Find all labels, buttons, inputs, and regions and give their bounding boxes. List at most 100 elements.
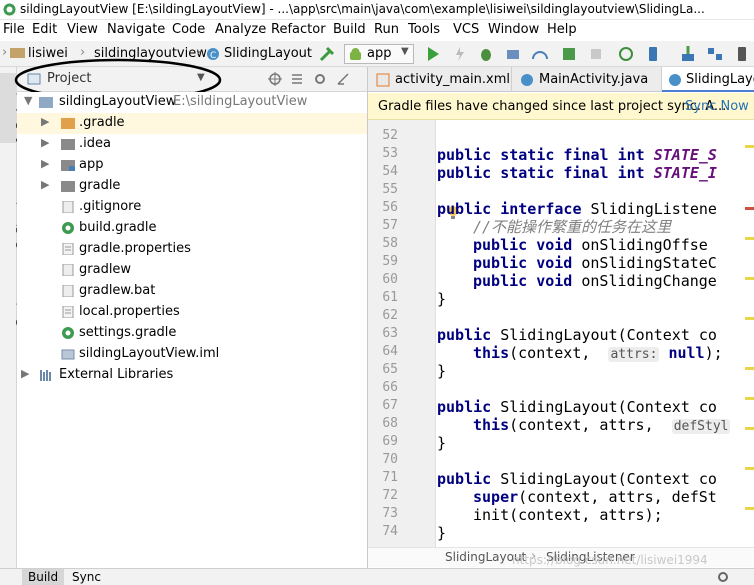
collapse-all-icon[interactable]	[290, 72, 304, 86]
menu-edit[interactable]: Edit	[32, 22, 57, 37]
tree-root[interactable]: ▼ sildingLayoutView E:\sildingLayoutView	[17, 92, 367, 113]
title-bar: sildingLayoutView [E:\sildingLayoutView]…	[0, 0, 754, 20]
line-number: 53	[382, 146, 398, 161]
chevron-right-icon: ▶	[41, 136, 50, 149]
tree-item-gitignore[interactable]: .gitignore	[17, 197, 367, 218]
line-number: 64	[382, 344, 398, 359]
menu-navigate[interactable]: Navigate	[107, 22, 165, 37]
device-explorer-icon[interactable]	[733, 45, 751, 63]
line-number: 69	[382, 434, 398, 449]
code-line-58: public void onSlidingOffse	[473, 236, 708, 254]
line-number: 61	[382, 290, 398, 305]
project-structure-icon[interactable]	[706, 45, 724, 63]
line-number: 55	[382, 182, 398, 197]
left-tool-strip: 1: Project 2: Structure Captures	[0, 67, 27, 568]
libraries-icon	[40, 370, 51, 381]
menu-analyze[interactable]: Analyze	[215, 22, 266, 37]
change-marker	[745, 145, 754, 148]
banner-text: Gradle files have changed since last pro…	[378, 99, 727, 114]
attach-debugger-icon[interactable]	[504, 45, 522, 63]
sync-gradle-icon[interactable]	[617, 45, 635, 63]
sync-now-link[interactable]: Sync Now	[685, 99, 749, 114]
tree-item-gradlew-bat[interactable]: gradlew.bat	[17, 281, 367, 302]
stop-icon[interactable]	[587, 45, 605, 63]
tool-tab-build[interactable]: Build	[22, 569, 65, 585]
class-icon	[521, 74, 533, 86]
folder-icon	[61, 139, 75, 150]
code-text: onSlidingStateC	[581, 254, 717, 272]
parameter-hint: defStyl	[671, 419, 731, 434]
code-text: (context, attrs,	[509, 416, 672, 434]
tree-item-iml[interactable]: sildingLayoutView.iml	[17, 344, 367, 365]
debug-icon[interactable]	[477, 45, 495, 63]
menu-code[interactable]: Code	[172, 22, 205, 37]
code-keyword: public	[437, 398, 501, 416]
tree-item-gradle-dir[interactable]: ▶ .gradle	[17, 113, 367, 134]
tree-item-gradle[interactable]: ▶ gradle	[17, 176, 367, 197]
bottom-tool-bar: Build Sync https://blog.csdn.net/lisiwei…	[0, 553, 754, 585]
code-keyword: public	[437, 326, 501, 344]
text-file-icon	[62, 264, 74, 276]
apply-changes-icon[interactable]	[451, 45, 469, 63]
menu-help[interactable]: Help	[547, 22, 577, 37]
profiler-icon[interactable]	[531, 45, 549, 63]
menu-build[interactable]: Build	[333, 22, 366, 37]
run-config-label: app	[367, 46, 392, 61]
menu-refactor[interactable]: Refactor	[271, 22, 326, 37]
hide-panel-icon[interactable]	[336, 72, 350, 86]
code-keyword: this	[473, 416, 510, 434]
line-number: 58	[382, 236, 398, 251]
tool-tab-captures[interactable]: Captures	[0, 257, 27, 327]
code-text: );	[704, 344, 723, 362]
line-number: 54	[382, 164, 398, 179]
folder-icon	[61, 118, 75, 129]
tree-item-label: settings.gradle	[79, 325, 177, 340]
code-line-64: this(context, attrs: null);	[473, 344, 723, 362]
code-keyword: public static final int	[437, 146, 654, 164]
tree-item-external-libraries[interactable]: ▶ External Libraries	[17, 365, 367, 386]
code-keyword: public interface	[437, 200, 591, 218]
tree-item-label: app	[79, 157, 104, 172]
code-area[interactable]: public static final int STATE_S public s…	[437, 120, 754, 552]
tree-item-settings-gradle[interactable]: settings.gradle	[17, 323, 367, 344]
menu-window[interactable]: Window	[488, 22, 539, 37]
code-text: (context,	[509, 344, 609, 362]
code-keyword: public static final int	[437, 164, 654, 182]
tree-item-build-gradle[interactable]: build.gradle	[17, 218, 367, 239]
menu-tools[interactable]: Tools	[408, 22, 440, 37]
tab-activity-main[interactable]: activity_main.xml	[368, 67, 512, 92]
tree-item-local-properties[interactable]: local.properties	[17, 302, 367, 323]
avd-manager-icon[interactable]	[644, 45, 662, 63]
gear-icon[interactable]	[313, 72, 327, 86]
code-line-65: }	[437, 362, 447, 380]
code-line-63: public SlidingLayout(Context co	[437, 326, 717, 344]
folder-icon	[39, 97, 53, 108]
tab-sliding-layout[interactable]: SlidingLayout	[662, 67, 754, 92]
menu-run[interactable]: Run	[374, 22, 399, 37]
target-icon[interactable]	[268, 72, 282, 86]
gear-icon[interactable]	[716, 570, 730, 584]
tool-tab-structure[interactable]: 2: Structure	[0, 163, 27, 248]
run-config-select[interactable]: app ▼	[344, 44, 414, 64]
tool-tab-sync[interactable]: Sync	[66, 570, 107, 584]
hammer-icon[interactable]	[319, 46, 335, 62]
editor-tabs: activity_main.xml MainActivity.java Slid…	[368, 67, 754, 92]
line-number: 68	[382, 416, 398, 431]
line-gutter: 52 53 54 55 56 57 58 59 60 61 62 63 64 65 66 67 68 69 70 71…	[368, 120, 436, 552]
tree-item-label: .idea	[79, 136, 111, 151]
menu-vcs[interactable]: VCS	[453, 22, 479, 37]
project-tree: ▼ sildingLayoutView E:\sildingLayoutView…	[17, 92, 367, 568]
line-number: 70	[382, 452, 398, 467]
change-marker	[745, 277, 754, 280]
run-icon[interactable]	[424, 45, 442, 63]
nav-crumb-class[interactable]: SlidingLayout	[224, 46, 312, 61]
tree-item-idea[interactable]: ▶ .idea	[17, 134, 367, 155]
tree-item-app[interactable]: ▶ app	[17, 155, 367, 176]
sdk-manager-icon[interactable]	[679, 45, 697, 63]
menu-file[interactable]: File	[3, 22, 25, 37]
menu-view[interactable]: View	[67, 22, 98, 37]
coverage-icon[interactable]	[560, 45, 578, 63]
tab-main-activity[interactable]: MainActivity.java	[512, 67, 662, 92]
tree-item-gradlew[interactable]: gradlew	[17, 260, 367, 281]
tree-item-gradle-properties[interactable]: gradle.properties	[17, 239, 367, 260]
